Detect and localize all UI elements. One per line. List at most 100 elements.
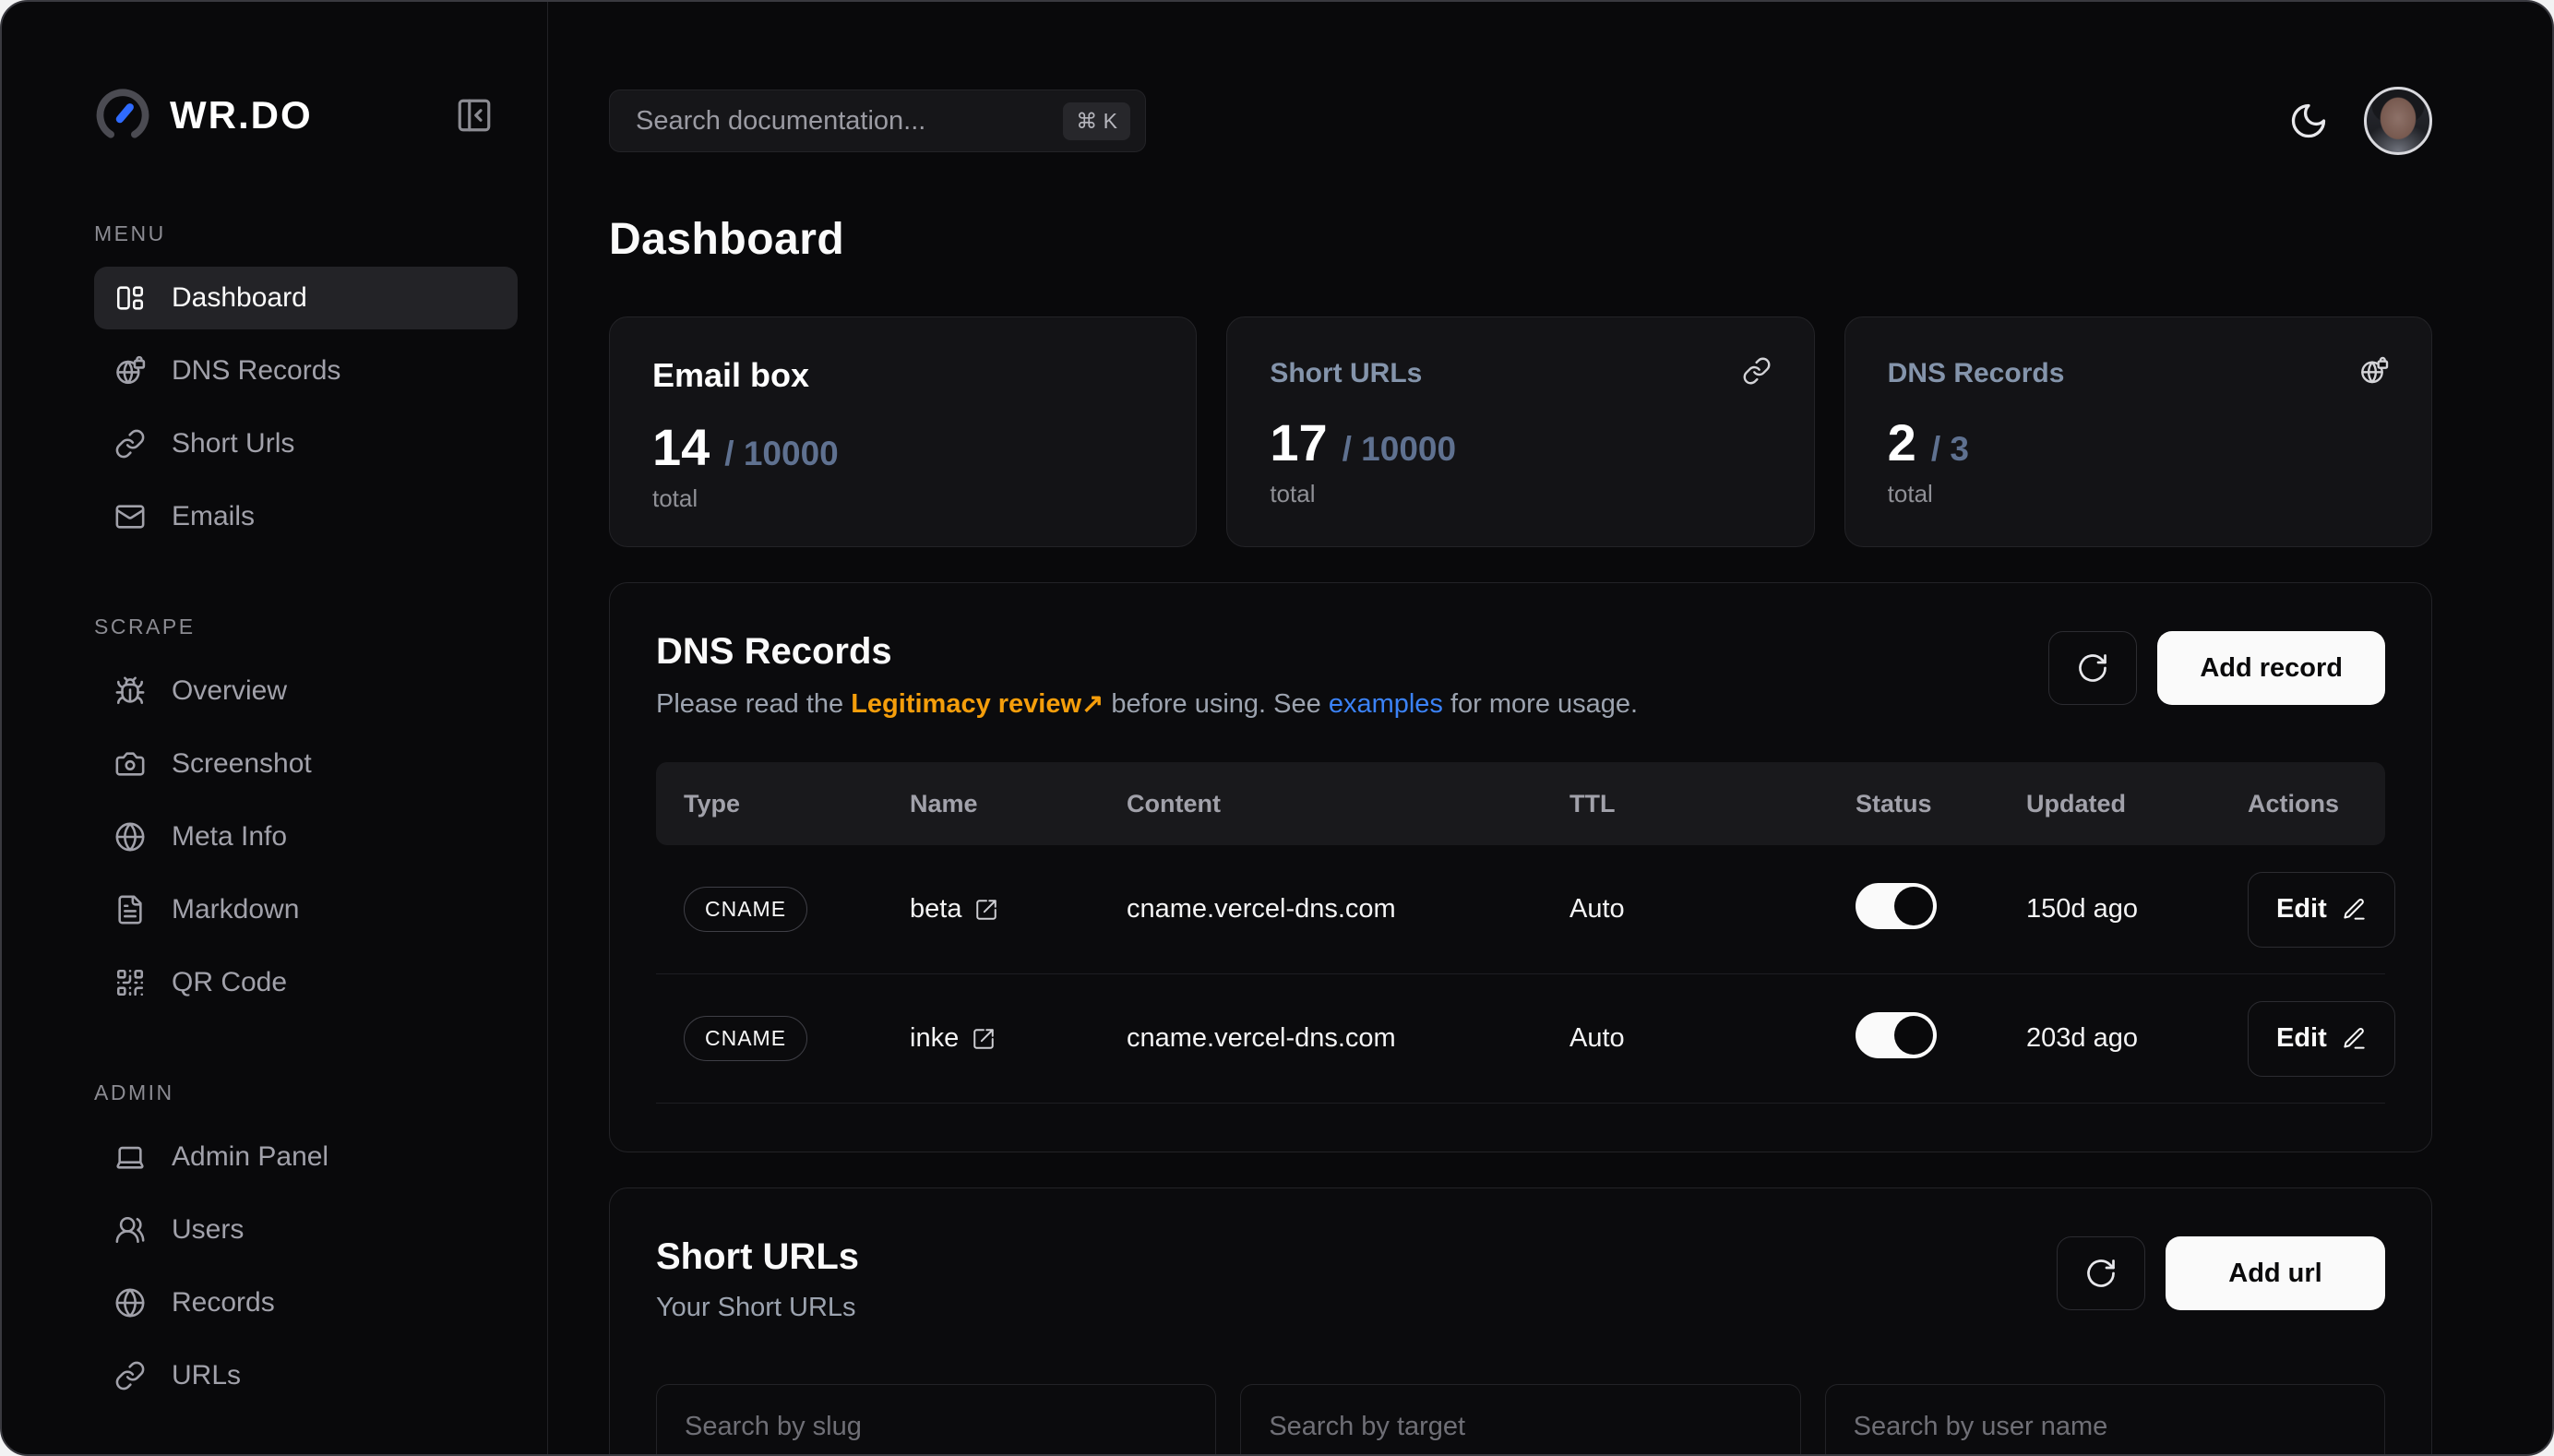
stat-card-limit: / 10000	[1343, 430, 1456, 469]
sidebar-item-label: QR Code	[172, 967, 287, 998]
stat-card-caption: total	[1888, 480, 2389, 508]
short-urls-panel: Short URLs Your Short URLs Add url	[609, 1187, 2432, 1454]
open-record-link[interactable]	[972, 1027, 996, 1051]
refresh-dns-button[interactable]	[2048, 631, 2137, 705]
url-search-input-search-by-user-name[interactable]	[1825, 1384, 2385, 1454]
stat-card-short-urls: Short URLs 17 / 10000 total	[1226, 316, 1814, 547]
logo: WR.DO	[94, 87, 518, 144]
open-record-link[interactable]	[974, 898, 998, 922]
external-link-icon	[974, 898, 998, 922]
file-text-icon	[114, 894, 146, 925]
search-shortcut-badge: ⌘ K	[1063, 102, 1130, 140]
stat-card-limit: / 3	[1931, 430, 1969, 469]
sidebar-item-qr-code[interactable]: QR Code	[94, 951, 518, 1014]
stat-card-limit: / 10000	[724, 435, 838, 473]
dns-table: TypeNameContentTTLStatusUpdatedActions C…	[656, 762, 2385, 1104]
pen-icon	[2342, 1026, 2367, 1051]
column-header-status: Status	[1856, 790, 2026, 818]
dns-panel-titles: DNS Records Please read the Legitimacy r…	[656, 631, 1638, 720]
sidebar-item-label: Admin Panel	[172, 1141, 328, 1173]
refresh-icon	[2076, 651, 2109, 685]
stat-card-title: Short URLs	[1270, 358, 1422, 389]
stat-card-value: 2	[1888, 412, 1916, 472]
status-toggle[interactable]	[1856, 1012, 1937, 1058]
sidebar-item-label: Emails	[172, 501, 255, 532]
sidebar-item-markdown[interactable]: Markdown	[94, 878, 518, 941]
theme-toggle-button[interactable]	[2288, 101, 2329, 141]
sidebar-item-dashboard[interactable]: Dashboard	[94, 267, 518, 329]
dns-record-row: CNAME inke cname.vercel-dns.com Auto 203…	[656, 974, 2385, 1104]
sidebar-item-dns-records[interactable]: DNS Records	[94, 340, 518, 402]
globe-lock-icon	[2359, 356, 2389, 386]
refresh-urls-button[interactable]	[2057, 1236, 2145, 1310]
sidebar-collapse-button[interactable]	[455, 96, 494, 135]
record-content: cname.vercel-dns.com	[1127, 1023, 1569, 1054]
sidebar-item-label: Records	[172, 1287, 275, 1319]
sidebar-item-users[interactable]: Users	[94, 1199, 518, 1261]
link-icon	[1742, 356, 1772, 386]
globe-icon	[114, 1287, 146, 1319]
globe-lock-icon	[114, 355, 146, 387]
edit-record-button[interactable]: Edit	[2248, 872, 2395, 948]
sidebar-item-label: Users	[172, 1214, 244, 1246]
stat-card-title: DNS Records	[1888, 358, 2065, 389]
urls-panel-subtitle: Your Short URLs	[656, 1293, 859, 1323]
sidebar-item-label: Markdown	[172, 894, 299, 925]
dns-panel-title: DNS Records	[656, 631, 1638, 673]
sidebar-item-label: Meta Info	[172, 821, 287, 853]
sidebar-item-screenshot[interactable]: Screenshot	[94, 733, 518, 795]
sidebar-item-label: Screenshot	[172, 748, 312, 780]
sidebar: WR.DO MENUDashboardDNS RecordsShort Urls…	[2, 2, 548, 1454]
record-updated: 203d ago	[2026, 1023, 2248, 1054]
sidebar-item-short-urls[interactable]: Short Urls	[94, 412, 518, 475]
link-icon	[114, 428, 146, 459]
sidebar-nav: MENUDashboardDNS RecordsShort UrlsEmails…	[94, 221, 518, 1407]
sidebar-section-label-scrape: SCRAPE	[94, 615, 518, 639]
status-toggle[interactable]	[1856, 883, 1937, 929]
stat-card-value: 14	[652, 417, 710, 477]
record-name: inke	[910, 1023, 959, 1054]
link-icon	[114, 1360, 146, 1391]
stat-card-title: Email box	[652, 356, 809, 395]
sidebar-item-label: URLs	[172, 1360, 241, 1391]
stat-card-email-box: Email box 14 / 10000 total	[609, 316, 1197, 547]
sidebar-item-overview[interactable]: Overview	[94, 660, 518, 722]
sidebar-item-records[interactable]: Records	[94, 1271, 518, 1334]
external-link-icon	[972, 1027, 996, 1051]
urls-panel-titles: Short URLs Your Short URLs	[656, 1236, 859, 1323]
stat-card-dns-records: DNS Records 2 / 3 total	[1844, 316, 2432, 547]
dns-panel-subtitle: Please read the Legitimacy review↗ befor…	[656, 687, 1638, 720]
url-search-row	[656, 1384, 2385, 1454]
sidebar-item-emails[interactable]: Emails	[94, 485, 518, 548]
dns-record-row: CNAME beta cname.vercel-dns.com Auto 150…	[656, 845, 2385, 974]
laptop-icon	[114, 1141, 146, 1173]
column-header-updated: Updated	[2026, 790, 2248, 818]
search-input[interactable]: Search documentation... ⌘ K	[609, 90, 1146, 152]
sidebar-item-meta-info[interactable]: Meta Info	[94, 806, 518, 868]
user-avatar[interactable]	[2364, 87, 2432, 155]
edit-record-button[interactable]: Edit	[2248, 1001, 2395, 1077]
urls-panel-title: Short URLs	[656, 1236, 859, 1278]
mail-icon	[114, 501, 146, 532]
record-name: beta	[910, 894, 961, 925]
stat-card-value: 17	[1270, 412, 1327, 472]
examples-link[interactable]: examples	[1329, 689, 1443, 719]
sidebar-item-urls[interactable]: URLs	[94, 1344, 518, 1407]
sidebar-section-label-admin: ADMIN	[94, 1080, 518, 1105]
gauge-logo-icon	[94, 87, 151, 144]
panel-left-close-icon	[455, 96, 494, 135]
search-placeholder: Search documentation...	[636, 106, 925, 137]
sidebar-item-admin-panel[interactable]: Admin Panel	[94, 1126, 518, 1188]
moon-icon	[2288, 101, 2329, 141]
column-header-type: Type	[684, 790, 910, 818]
app-name: WR.DO	[170, 93, 313, 137]
record-type-badge: CNAME	[684, 887, 807, 932]
camera-icon	[114, 748, 146, 780]
sidebar-item-label: Short Urls	[172, 428, 294, 459]
url-search-input-search-by-target[interactable]	[1240, 1384, 1800, 1454]
add-url-button[interactable]: Add url	[2166, 1236, 2385, 1310]
add-record-button[interactable]: Add record	[2157, 631, 2385, 705]
url-search-input-search-by-slug[interactable]	[656, 1384, 1216, 1454]
record-content: cname.vercel-dns.com	[1127, 894, 1569, 925]
legitimacy-review-link[interactable]: Legitimacy review↗	[851, 689, 1104, 719]
